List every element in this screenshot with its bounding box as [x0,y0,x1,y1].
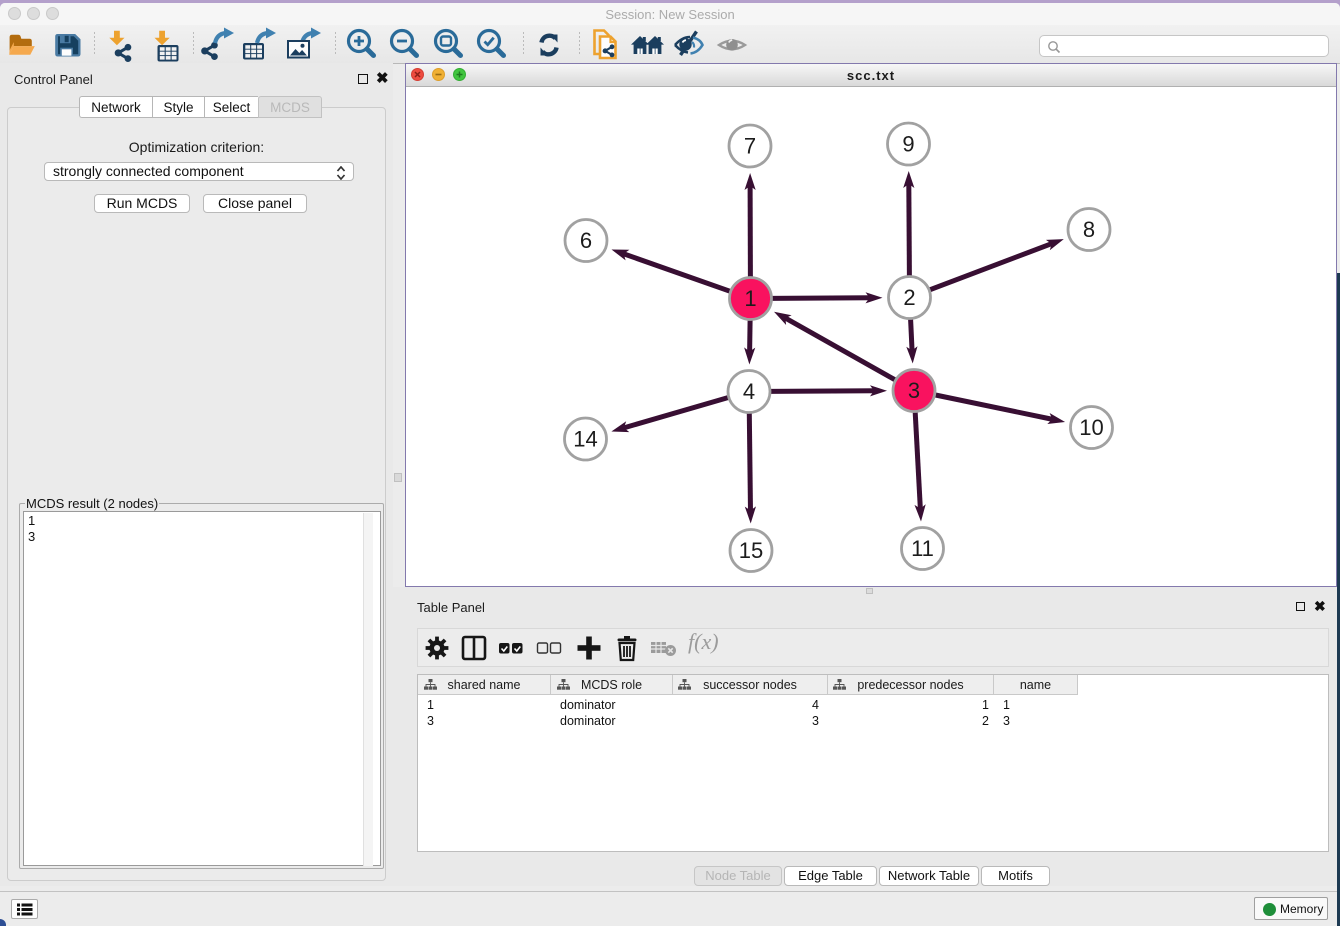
svg-text:2: 2 [903,285,915,310]
svg-text:1: 1 [744,286,756,311]
svg-text:8: 8 [1083,217,1095,242]
svg-text:4: 4 [743,379,755,404]
svg-text:14: 14 [573,427,597,452]
svg-text:11: 11 [911,536,934,561]
svg-text:3: 3 [908,378,920,403]
svg-text:9: 9 [902,132,914,157]
svg-text:7: 7 [744,134,756,159]
svg-text:6: 6 [580,228,592,253]
svg-text:15: 15 [739,538,763,563]
svg-text:10: 10 [1079,415,1103,440]
